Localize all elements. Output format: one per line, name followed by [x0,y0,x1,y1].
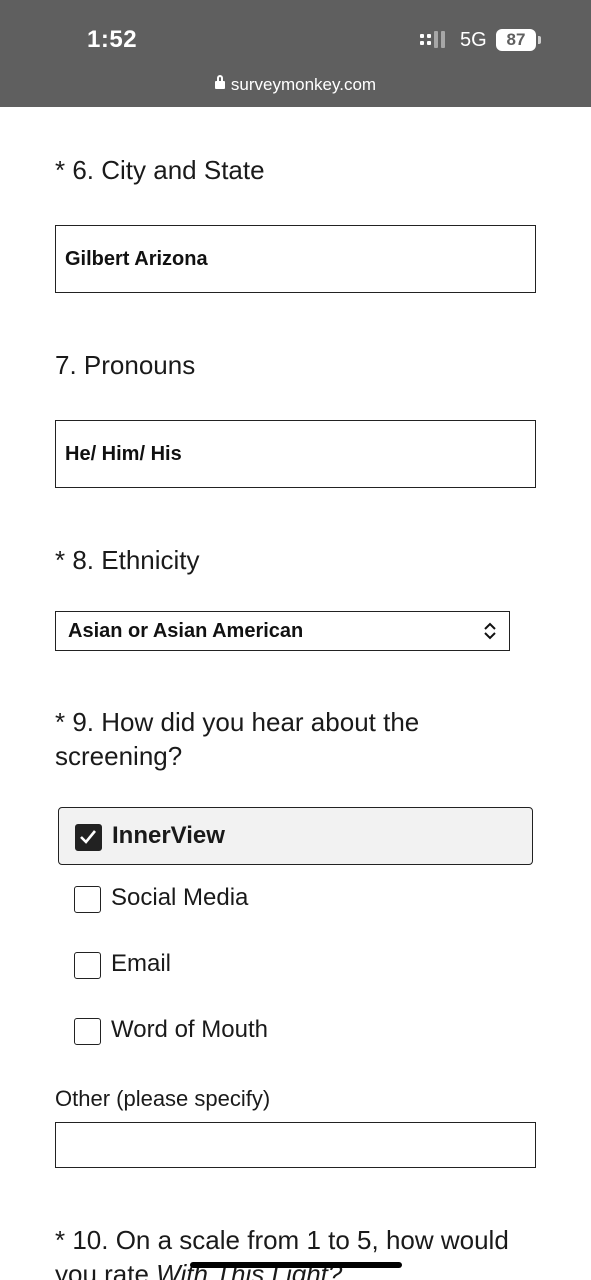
checkbox[interactable] [74,1018,101,1045]
ethnicity-selected-value: Asian or Asian American [68,620,304,642]
status-time: 1:52 [87,26,138,53]
address-bar[interactable]: surveymonkey.com [0,75,591,95]
option-social-media[interactable]: Social Media [58,870,533,928]
status-bar: 1:52 5G 87 surveymonkey.com [0,0,591,107]
other-specify-label: Other (please specify) [55,1086,271,1111]
chevron-up-down-icon [484,622,496,640]
other-specify-input[interactable] [55,1122,536,1168]
question-6-title: * 6. City and State [55,155,265,185]
city-state-input[interactable]: Gilbert Arizona [55,225,536,293]
checkbox[interactable] [74,952,101,979]
question-7-title: 7. Pronouns [55,350,196,380]
option-label: Social Media [111,884,249,911]
question-10-title: * 10. On a scale from 1 to 5, how would … [55,1225,509,1280]
option-label: InnerView [112,822,225,849]
home-indicator[interactable] [190,1262,402,1268]
option-innerview[interactable]: InnerView [58,807,533,865]
question-8-title: * 8. Ethnicity [55,545,200,575]
option-word-of-mouth[interactable]: Word of Mouth [58,1002,533,1060]
option-label: Word of Mouth [111,1016,268,1043]
checkbox-checked[interactable] [75,824,102,851]
option-email[interactable]: Email [58,936,533,994]
pronouns-input[interactable]: He/ Him/ His [55,420,536,488]
option-label: Email [111,950,172,977]
checkbox[interactable] [74,886,101,913]
signal-bars-icon [420,31,452,50]
checkmark-icon [80,830,97,844]
lock-icon [214,75,225,89]
battery-icon: 87 [496,29,536,51]
question-9-title: * 9. How did you hear about the screenin… [55,707,420,771]
network-type: 5G [460,29,487,51]
battery-tip [538,36,541,44]
ethnicity-select[interactable]: Asian or Asian American [55,611,510,651]
url-text: surveymonkey.com [230,75,377,94]
